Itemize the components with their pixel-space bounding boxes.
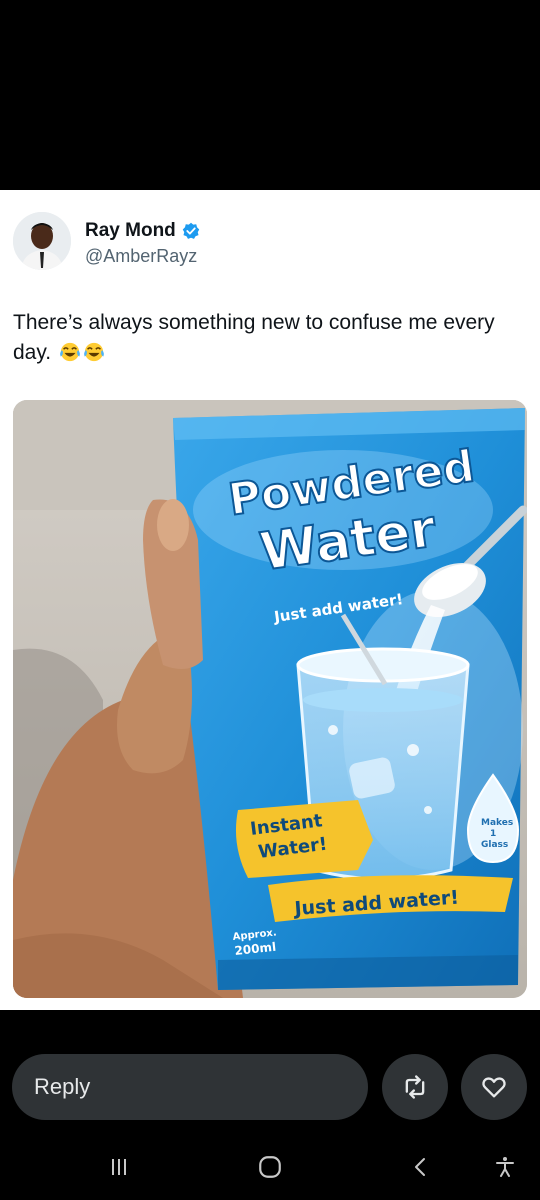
avatar[interactable] xyxy=(13,212,71,270)
tweet-media-image[interactable]: Powdered Water Just add water! Instant W… xyxy=(13,400,527,998)
home-icon xyxy=(259,1156,281,1178)
drop-badge-line2: 1 xyxy=(490,829,496,839)
accessibility-button[interactable] xyxy=(490,1152,520,1182)
name-row: Ray Mond xyxy=(85,220,200,242)
verified-badge-icon xyxy=(182,222,200,239)
drop-badge-line3: Glass xyxy=(481,840,508,850)
drop-badge-line1: Makes xyxy=(481,818,513,828)
reply-label: Reply xyxy=(34,1074,91,1099)
tears-of-joy-emoji-icon xyxy=(84,342,104,362)
recents-button[interactable] xyxy=(104,1152,134,1182)
retweet-icon xyxy=(405,1075,425,1099)
powdered-water-photo: Powdered Water Just add water! Instant W… xyxy=(13,400,527,998)
heart-icon xyxy=(482,1077,506,1098)
display-name[interactable]: Ray Mond xyxy=(85,220,176,242)
top-letterbox xyxy=(0,0,540,190)
tweet-card[interactable]: Ray Mond @AmberRayz There’s always somet… xyxy=(0,190,540,1010)
home-button[interactable] xyxy=(255,1152,285,1182)
recents-icon xyxy=(112,1159,126,1175)
reply-input[interactable]: Reply xyxy=(12,1054,368,1120)
bottom-action-bar: Reply xyxy=(0,1010,540,1200)
accessibility-icon xyxy=(496,1157,514,1177)
user-handle[interactable]: @AmberRayz xyxy=(85,246,197,267)
back-icon xyxy=(415,1158,425,1176)
system-nav-bar xyxy=(0,1146,540,1186)
like-button[interactable] xyxy=(461,1054,527,1120)
tears-of-joy-emoji-icon xyxy=(60,342,80,362)
tweet-text: There’s always something new to confuse … xyxy=(13,308,523,368)
retweet-button[interactable] xyxy=(382,1054,448,1120)
back-button[interactable] xyxy=(406,1152,436,1182)
